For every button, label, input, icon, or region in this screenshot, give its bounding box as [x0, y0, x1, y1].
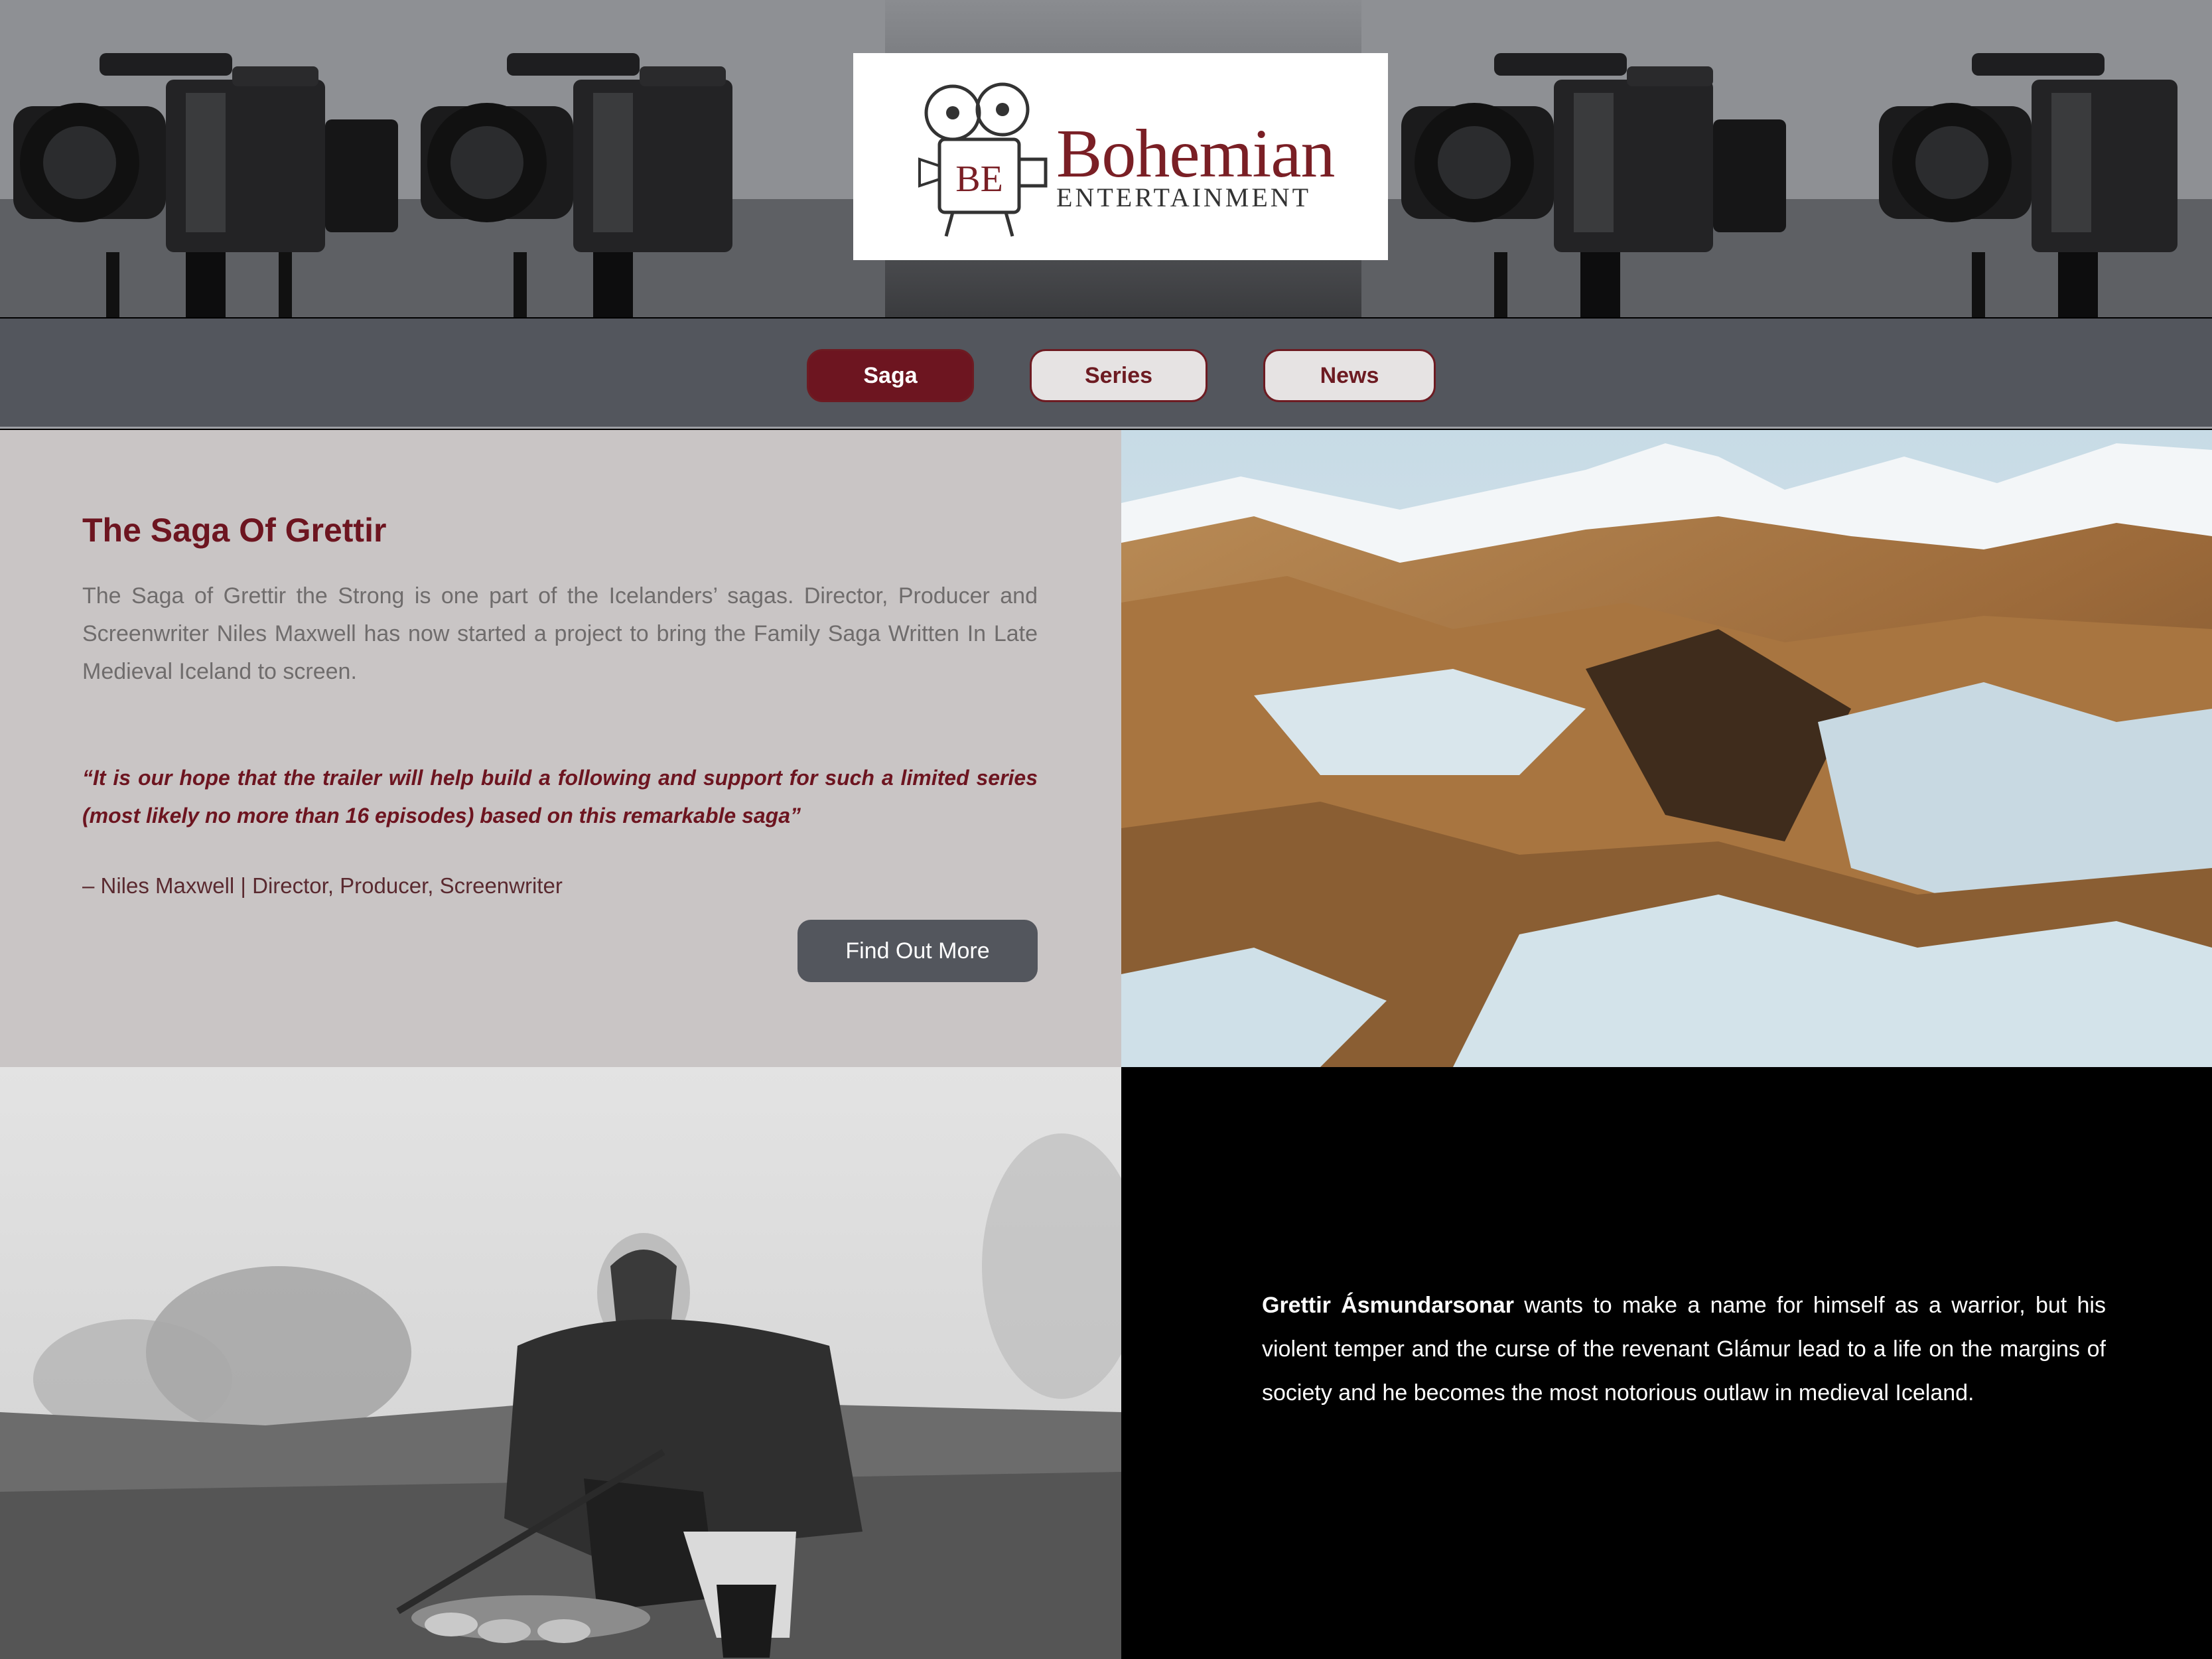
svg-text:BE: BE	[955, 159, 1003, 200]
grettir-story-section: Grettir Ásmundarsonar wants to make a na…	[1121, 1067, 2212, 1659]
film-camera-image	[1839, 0, 2212, 317]
grettir-name: Grettir Ásmundarsonar	[1262, 1293, 1514, 1318]
brand-logo[interactable]: BE Bohemian ENTERTAINMENT	[853, 53, 1388, 260]
vintage-camera-logo-icon: BE	[918, 82, 1048, 237]
film-camera-image	[1361, 0, 1839, 317]
nav-saga-button[interactable]: Saga	[807, 349, 974, 402]
iceland-mountain-image	[1121, 430, 2212, 1067]
nav-series-button[interactable]: Series	[1030, 349, 1208, 402]
grettir-story-text: Grettir Ásmundarsonar wants to make a na…	[1262, 1283, 2106, 1415]
quote-attribution: – Niles Maxwell | Director, Producer, Sc…	[82, 873, 563, 898]
film-camera-image	[0, 0, 478, 317]
nav-news-button[interactable]: News	[1263, 349, 1436, 402]
saga-intro-section: The Saga Of Grettir The Saga of Grettir …	[0, 430, 1121, 1067]
find-out-more-button[interactable]: Find Out More	[797, 920, 1038, 982]
saga-description: The Saga of Grettir the Strong is one pa…	[82, 583, 1038, 684]
saga-quote: “It is our hope that the trailer will he…	[82, 766, 1038, 828]
logo-subtitle: ENTERTAINMENT	[1056, 182, 1312, 212]
logo-text: Bohemian ENTERTAINMENT	[1056, 115, 1335, 212]
main-nav: Saga Series News	[0, 319, 2212, 429]
film-camera-image	[407, 0, 885, 317]
logo-wordmark: Bohemian	[1056, 115, 1335, 192]
header-banner: BE Bohemian ENTERTAINMENT	[0, 0, 2212, 317]
saga-title: The Saga Of Grettir	[82, 512, 387, 549]
grettir-warrior-image	[0, 1067, 1121, 1659]
